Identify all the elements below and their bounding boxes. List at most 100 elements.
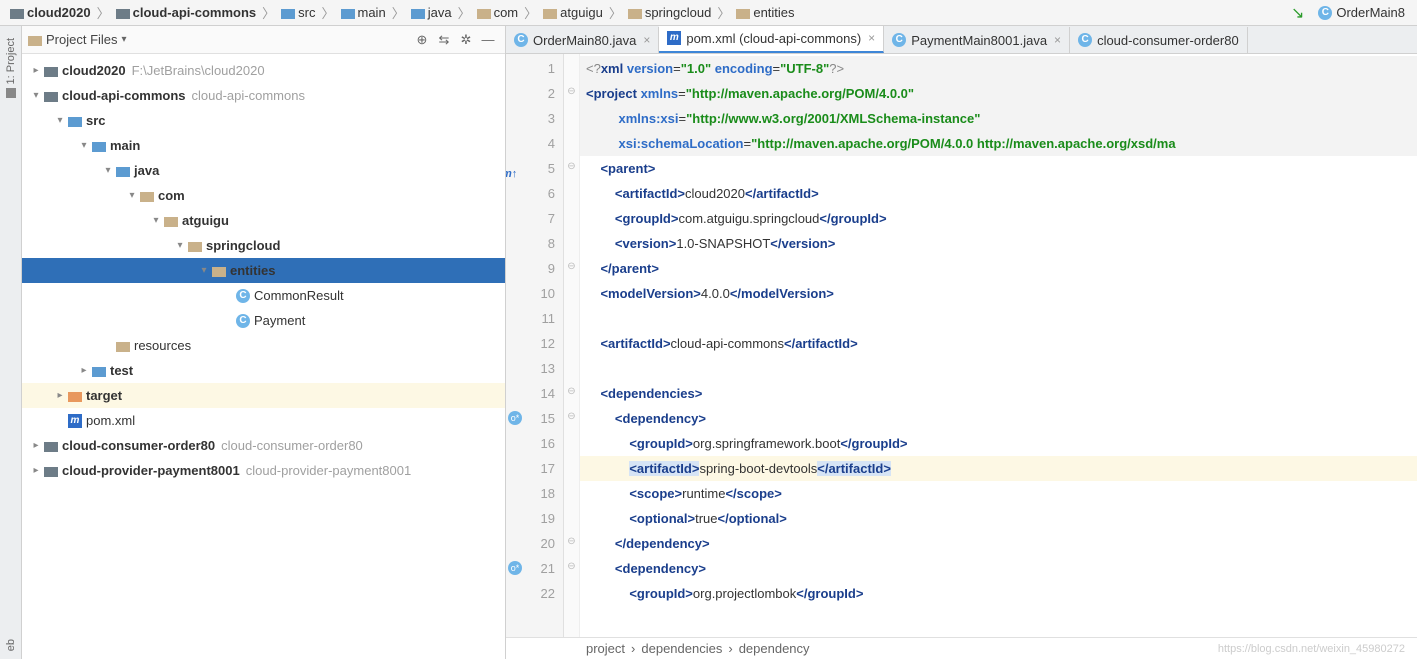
tree-arrow-icon[interactable]: ▸ (28, 465, 44, 476)
breadcrumb-item[interactable]: main (337, 5, 390, 20)
tree-label: CommonResult (254, 288, 344, 303)
gutter-dep-icon[interactable]: o* (508, 411, 522, 425)
tree-row[interactable]: ▾entities (22, 258, 505, 283)
code-editor[interactable]: <?xml version="1.0" encoding="UTF-8"?><p… (580, 54, 1417, 637)
breadcrumb-item[interactable]: com (473, 5, 523, 20)
tree-arrow-icon[interactable]: ▸ (76, 365, 92, 376)
fold-handle[interactable]: ⊖ (564, 154, 579, 179)
project-tree[interactable]: ▸cloud2020F:\JetBrains\cloud2020 ▾ cloud-a… (22, 54, 505, 659)
tree-arrow-icon[interactable]: ▾ (124, 190, 140, 201)
fold-gutter[interactable]: ⊖⊖⊖⊖⊖⊖⊖ (564, 54, 580, 637)
editor-tab[interactable]: mpom.xml (cloud-api-commons)× (659, 26, 884, 53)
code-line[interactable]: <groupId>org.springframework.boot</group… (580, 431, 1417, 456)
tree-row[interactable]: ▾ cloud-api-commonscloud-api-commons (22, 83, 505, 108)
tree-row[interactable]: ▾ atguigu (22, 208, 505, 233)
tree-arrow-icon[interactable]: ▸ (28, 440, 44, 451)
locate-icon[interactable]: ⊕ (411, 29, 433, 51)
folder-icon (92, 140, 106, 152)
close-icon[interactable]: × (868, 31, 875, 45)
gear-icon[interactable]: ✲ (455, 29, 477, 51)
fold-handle[interactable]: ⊖ (564, 529, 579, 554)
expand-all-icon[interactable]: ⇆ (433, 29, 455, 51)
tree-arrow-icon[interactable]: ▾ (52, 115, 68, 126)
fold-handle[interactable]: ⊖ (564, 554, 579, 579)
tree-label: cloud-api-commonscloud-api-commons (62, 88, 305, 103)
folder-icon (68, 115, 82, 127)
build-icon[interactable]: ↘ (1291, 3, 1304, 23)
breadcrumb-item[interactable]: src (277, 5, 319, 20)
code-line[interactable]: <project xmlns="http://maven.apache.org/… (580, 81, 1417, 106)
close-icon[interactable]: × (1054, 33, 1061, 47)
code-line[interactable]: <artifactId>spring-boot-devtools</artifa… (580, 456, 1417, 481)
tree-arrow-icon[interactable]: ▸ (52, 390, 68, 401)
editor-tab[interactable]: Ccloud-consumer-order80 (1070, 27, 1248, 53)
tree-row[interactable]: resources (22, 333, 505, 358)
tree-arrow-icon[interactable]: ▾ (172, 240, 188, 251)
code-line[interactable] (580, 356, 1417, 381)
tree-arrow-icon[interactable]: ▾ (76, 140, 92, 151)
breadcrumb-item[interactable]: springcloud (624, 5, 716, 20)
code-line[interactable]: <scope>runtime</scope> (580, 481, 1417, 506)
tree-arrow-icon[interactable]: ▸ (28, 65, 44, 76)
code-line[interactable]: <dependencies> (580, 381, 1417, 406)
folder-icon (164, 215, 178, 227)
code-line[interactable]: <dependency> (580, 406, 1417, 431)
code-line[interactable]: </dependency> (580, 531, 1417, 556)
code-line[interactable]: </parent> (580, 256, 1417, 281)
code-line[interactable]: <?xml version="1.0" encoding="UTF-8"?> (580, 56, 1417, 81)
code-line[interactable] (580, 306, 1417, 331)
editor-breadcrumb[interactable]: project› dependencies› dependency https:… (506, 637, 1417, 659)
code-line[interactable]: xmlns:xsi="http://www.w3.org/2001/XMLSch… (580, 106, 1417, 131)
tree-arrow-icon[interactable]: ▾ (196, 265, 212, 276)
tree-arrow-icon[interactable]: ▾ (28, 90, 44, 101)
tree-row[interactable]: ▾com (22, 183, 505, 208)
line-number-gutter[interactable]: 1234m↑567891011121314o*151617181920o*212… (506, 54, 564, 637)
close-icon[interactable]: × (643, 33, 650, 47)
tree-row[interactable]: ▸target (22, 383, 505, 408)
project-view-selector[interactable]: Project Files ▾ (28, 32, 127, 47)
folder-icon (116, 340, 130, 352)
tree-row[interactable]: ▾main (22, 133, 505, 158)
tree-row[interactable]: ▸test (22, 358, 505, 383)
fold-handle (564, 229, 579, 254)
tree-row[interactable]: CCommonResult (22, 283, 505, 308)
code-line[interactable]: <groupId>com.atguigu.springcloud</groupI… (580, 206, 1417, 231)
fold-handle[interactable]: ⊖ (564, 79, 579, 104)
folder-icon (68, 390, 82, 402)
breadcrumb-item[interactable]: java (407, 5, 456, 20)
breadcrumb-item[interactable]: entities (732, 5, 798, 20)
breadcrumb-item[interactable]: cloud-api-commons (112, 5, 261, 20)
project-tool-button[interactable]: 1: Project (5, 38, 17, 84)
editor-tab[interactable]: COrderMain80.java× (506, 27, 659, 53)
tree-row[interactable]: ▾java (22, 158, 505, 183)
tree-row[interactable]: mpom.xml (22, 408, 505, 433)
code-line[interactable]: xsi:schemaLocation="http://maven.apache.… (580, 131, 1417, 156)
tree-arrow-icon[interactable]: ▾ (100, 165, 116, 176)
tree-row[interactable]: ▾springcloud (22, 233, 505, 258)
tree-label: atguigu (182, 213, 229, 228)
code-line[interactable]: <artifactId>cloud2020</artifactId> (580, 181, 1417, 206)
fold-handle[interactable]: ⊖ (564, 404, 579, 429)
web-tool-button[interactable]: eb (5, 639, 17, 651)
tree-row[interactable]: ▸cloud-consumer-order80cloud-consumer-or… (22, 433, 505, 458)
breadcrumb-item[interactable]: atguigu (539, 5, 607, 20)
tree-row[interactable]: ▾src (22, 108, 505, 133)
fold-handle[interactable]: ⊖ (564, 254, 579, 279)
code-line[interactable]: <artifactId>cloud-api-commons</artifactI… (580, 331, 1417, 356)
fold-handle[interactable]: ⊖ (564, 379, 579, 404)
run-config-selector[interactable]: C OrderMain8 (1312, 5, 1411, 20)
editor-tab[interactable]: CPaymentMain8001.java× (884, 27, 1070, 53)
tree-row[interactable]: ▸cloud-provider-payment8001cloud-provide… (22, 458, 505, 483)
tree-row[interactable]: CPayment (22, 308, 505, 333)
code-line[interactable]: <parent> (580, 156, 1417, 181)
code-line[interactable]: <version>1.0-SNAPSHOT</version> (580, 231, 1417, 256)
code-line[interactable]: <modelVersion>4.0.0</modelVersion> (580, 281, 1417, 306)
code-line[interactable]: <optional>true</optional> (580, 506, 1417, 531)
gutter-dep-icon[interactable]: o* (508, 561, 522, 575)
tree-row[interactable]: ▸cloud2020F:\JetBrains\cloud2020 (22, 58, 505, 83)
tree-arrow-icon[interactable]: ▾ (148, 215, 164, 226)
code-line[interactable]: <dependency> (580, 556, 1417, 581)
breadcrumb-item[interactable]: cloud2020 (6, 5, 95, 20)
code-line[interactable]: <groupId>org.projectlombok</groupId> (580, 581, 1417, 606)
hide-icon[interactable]: — (477, 29, 499, 51)
